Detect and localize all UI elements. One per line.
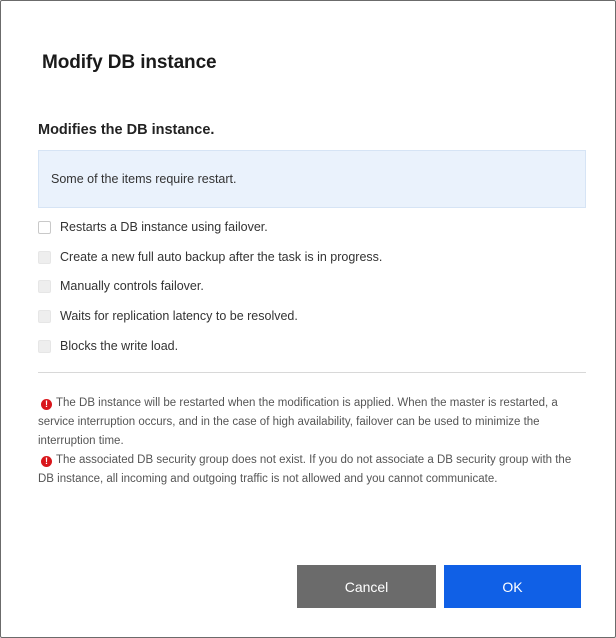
option-checkbox[interactable]: [38, 220, 51, 234]
option-label: Manually controls failover.: [60, 279, 204, 293]
warning-note-text: The DB instance will be restarted when t…: [38, 397, 558, 447]
warning-note: ! The DB instance will be restarted when …: [38, 394, 586, 451]
warning-icon: !: [41, 399, 52, 410]
ok-button[interactable]: OK: [444, 565, 581, 608]
dialog-subtitle: Modifies the DB instance.: [38, 122, 215, 138]
option-full-auto-backup: Create a new full auto backup after the …: [38, 249, 382, 265]
warning-icon: !: [41, 456, 52, 467]
option-block-write-load: Blocks the write load.: [38, 338, 178, 354]
info-banner: Some of the items require restart.: [38, 150, 586, 208]
option-checkbox: [38, 279, 51, 293]
dialog-title: Modify DB instance: [42, 52, 217, 73]
section-divider: [38, 372, 586, 373]
option-replication-latency: Waits for replication latency to be reso…: [38, 308, 298, 324]
cancel-button[interactable]: Cancel: [297, 565, 436, 608]
info-banner-text: Some of the items require restart.: [51, 172, 237, 186]
warning-notes: ! The DB instance will be restarted when …: [38, 394, 586, 489]
modify-db-instance-dialog: Modify DB instance Modifies the DB insta…: [0, 0, 616, 638]
option-checkbox: [38, 339, 51, 353]
option-label: Restarts a DB instance using failover.: [60, 220, 268, 234]
option-label: Blocks the write load.: [60, 339, 179, 353]
option-label: Waits for replication latency to be reso…: [60, 309, 298, 323]
option-checkbox: [38, 250, 51, 264]
option-restart-failover[interactable]: Restarts a DB instance using failover.: [38, 219, 268, 235]
warning-note: ! The associated DB security group does n…: [38, 451, 586, 489]
warning-note-text: The associated DB security group does no…: [38, 454, 572, 485]
option-label: Create a new full auto backup after the …: [60, 250, 383, 264]
option-checkbox: [38, 309, 51, 323]
option-manual-failover: Manually controls failover.: [38, 278, 204, 294]
